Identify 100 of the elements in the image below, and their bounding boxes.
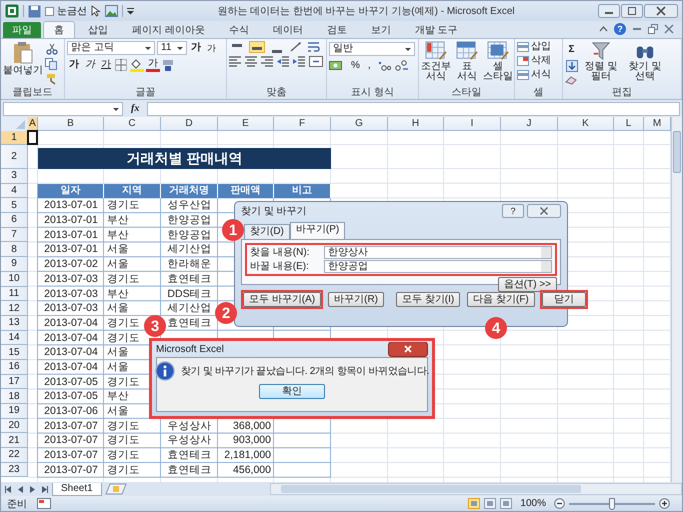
eraser-icon[interactable] — [565, 75, 578, 85]
autosum-button[interactable]: Σ — [566, 43, 576, 57]
cells-button[interactable]: 서식 — [517, 69, 560, 81]
dialog-button[interactable]: 다음 찾기(F) — [467, 292, 535, 307]
ribbon-tab[interactable]: 검토 — [316, 21, 358, 38]
dialog-tab[interactable]: 바꾸기(P) — [290, 222, 346, 239]
shrink-font-button[interactable]: 가 — [205, 41, 218, 55]
column-header[interactable]: F — [274, 117, 331, 131]
row-header[interactable]: 1 — [1, 131, 28, 145]
vertical-scrollbar[interactable] — [671, 117, 682, 482]
row-header[interactable]: 11 — [1, 286, 28, 302]
close-icon[interactable] — [644, 4, 678, 18]
image-icon[interactable] — [105, 5, 118, 17]
row-header[interactable]: 10 — [1, 272, 28, 286]
customize-caret-icon[interactable] — [127, 7, 134, 15]
vertical-align-button[interactable] — [249, 41, 265, 53]
column-header[interactable]: M — [644, 117, 671, 131]
column-header[interactable]: J — [501, 117, 558, 131]
row-header[interactable]: 14 — [1, 330, 28, 346]
dialog-tab[interactable]: 찾기(D) — [244, 224, 290, 239]
row-header[interactable]: 3 — [1, 169, 28, 184]
font-name-field[interactable]: 맑은 고딕 — [67, 41, 155, 55]
row-header[interactable]: 17 — [1, 374, 28, 390]
percent-button[interactable]: % — [349, 59, 362, 73]
editing-button[interactable]: 찾기 및 선택 — [624, 41, 666, 82]
input-field[interactable]: 한양공업 — [324, 260, 552, 273]
style-button[interactable]: 표 서식 — [452, 41, 482, 82]
underline-button[interactable]: 가 — [99, 58, 113, 72]
column-header[interactable]: H — [388, 117, 444, 131]
view-button[interactable] — [500, 498, 512, 509]
active-cell[interactable] — [27, 130, 38, 145]
ribbon-tab[interactable]: 보기 — [360, 21, 402, 38]
merge-cells-icon[interactable] — [309, 56, 323, 67]
row-header[interactable]: 5 — [1, 198, 28, 214]
column-header[interactable]: B — [38, 117, 104, 131]
row-header[interactable]: 4 — [1, 184, 28, 198]
column-header[interactable]: C — [104, 117, 161, 131]
column-header[interactable]: I — [444, 117, 501, 131]
bold-button[interactable]: 가 — [67, 58, 81, 72]
row-header[interactable]: 6 — [1, 213, 28, 228]
increase-decimal-icon[interactable] — [376, 60, 391, 72]
row-header[interactable]: 7 — [1, 228, 28, 242]
fill-color-icon[interactable] — [130, 58, 144, 72]
ribbon-tab[interactable]: 데이터 — [262, 21, 314, 38]
file-tab[interactable]: 파일 — [3, 22, 41, 38]
cells-button[interactable]: 삭제 — [517, 55, 560, 67]
wrap-text-icon[interactable] — [307, 41, 320, 53]
collapse-ribbon-icon[interactable] — [599, 25, 608, 33]
dialog-button[interactable]: 모두 바꾸기(A) — [243, 292, 322, 307]
column-header[interactable]: D — [161, 117, 218, 131]
column-header[interactable]: A — [28, 117, 38, 131]
font-size-field[interactable]: 11 — [157, 41, 187, 55]
decrease-indent-icon[interactable] — [277, 56, 289, 67]
row-header[interactable]: 16 — [1, 360, 28, 375]
grow-font-button[interactable]: 가 — [189, 41, 203, 55]
brush-icon[interactable] — [46, 73, 58, 85]
new-sheet-icon[interactable] — [104, 483, 127, 495]
column-header[interactable]: K — [558, 117, 614, 131]
row-header[interactable]: 20 — [1, 418, 28, 434]
sheet-nav-icon[interactable] — [40, 484, 49, 494]
row-header[interactable]: 23 — [1, 462, 28, 478]
style-button[interactable]: 조건부 서식 — [421, 41, 451, 82]
font-color-button[interactable]: 가 — [146, 58, 160, 72]
ribbon-tab[interactable]: 수식 — [218, 21, 260, 38]
sheet-tab[interactable]: Sheet1 — [52, 482, 102, 496]
insert-function-button[interactable]: fx — [127, 103, 144, 114]
dialog-button[interactable]: 닫기 — [542, 292, 586, 307]
maximize-icon[interactable] — [621, 4, 643, 18]
scissors-icon[interactable] — [46, 43, 58, 55]
borders-icon[interactable] — [115, 59, 128, 71]
paste-button[interactable]: 붙여넣기 — [3, 41, 43, 76]
column-header[interactable]: G — [331, 117, 388, 131]
row-header[interactable]: 12 — [1, 301, 28, 316]
gridlines-checkbox[interactable] — [45, 6, 54, 16]
pointer-icon[interactable] — [91, 5, 101, 17]
ribbon-tab[interactable]: 삽입 — [77, 21, 119, 38]
horizontal-scrollbar[interactable] — [270, 483, 682, 495]
help-button[interactable]: ? — [614, 23, 626, 35]
italic-button[interactable]: 가 — [83, 58, 97, 72]
options-button[interactable]: 옵션(T) >> — [498, 277, 557, 292]
text-align-icon[interactable] — [245, 56, 257, 67]
row-header[interactable]: 2 — [1, 145, 28, 169]
orientation-icon[interactable] — [289, 41, 303, 53]
text-align-icon[interactable] — [229, 56, 241, 67]
row-header[interactable]: 9 — [1, 257, 28, 272]
zoom-out-icon[interactable] — [554, 498, 565, 509]
input-field[interactable]: 한양상사 — [324, 246, 552, 259]
zoom-slider-thumb[interactable] — [609, 498, 615, 510]
number-format-field[interactable]: 일반 — [329, 42, 415, 56]
row-header[interactable]: 8 — [1, 242, 28, 258]
row-header[interactable]: 21 — [1, 433, 28, 448]
row-header[interactable]: 15 — [1, 345, 28, 360]
minimize-icon[interactable] — [598, 4, 620, 18]
ok-button[interactable]: 확인 — [259, 384, 325, 399]
formula-input[interactable] — [147, 102, 680, 116]
phonetic-icon[interactable] — [162, 58, 174, 72]
sheet-nav-icon[interactable] — [4, 484, 13, 494]
close-icon[interactable] — [527, 204, 561, 218]
ribbon-tab[interactable]: 홈 — [43, 21, 75, 38]
row-header[interactable]: 19 — [1, 404, 28, 419]
